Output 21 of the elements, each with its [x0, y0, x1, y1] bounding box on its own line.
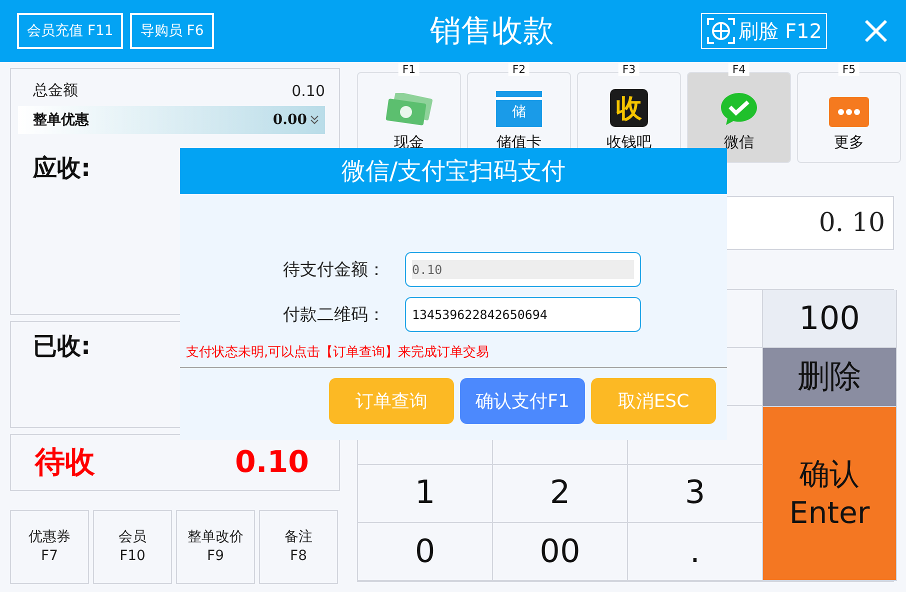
app-logo-icon: 收 [610, 89, 648, 127]
status-message: 支付状态未明,可以点击【订单查询】来完成订单交易 [180, 332, 727, 368]
shortcut-key-label: F3 [618, 63, 640, 76]
pending-label: 待收 [35, 444, 95, 482]
received-label: 已收: [33, 332, 91, 360]
total-value: 0.10 [292, 82, 325, 100]
pending-value: 0.10 [234, 445, 309, 480]
shortcut-key-label: F4 [728, 63, 750, 76]
field-label: 付款二维码： [282, 304, 386, 326]
shortcut-key-label: F5 [838, 63, 860, 76]
window-title: 销售收款 [429, 12, 556, 51]
discount-value: 0.00 [272, 112, 307, 128]
shortcut-key-label: F1 [398, 63, 420, 76]
receivable-label: 应收: [33, 154, 91, 182]
discount-label: 整单优惠 [33, 111, 89, 129]
total-label: 总金额 [33, 81, 78, 100]
field-label: 待支付金额： [282, 259, 386, 281]
card-icon: 储 [496, 91, 542, 127]
dialog-title: 微信/支付宝扫码支付 [180, 148, 727, 194]
face-pay-label: 刷脸 F12 [738, 18, 822, 44]
shortcut-key-label: F2 [508, 63, 530, 76]
